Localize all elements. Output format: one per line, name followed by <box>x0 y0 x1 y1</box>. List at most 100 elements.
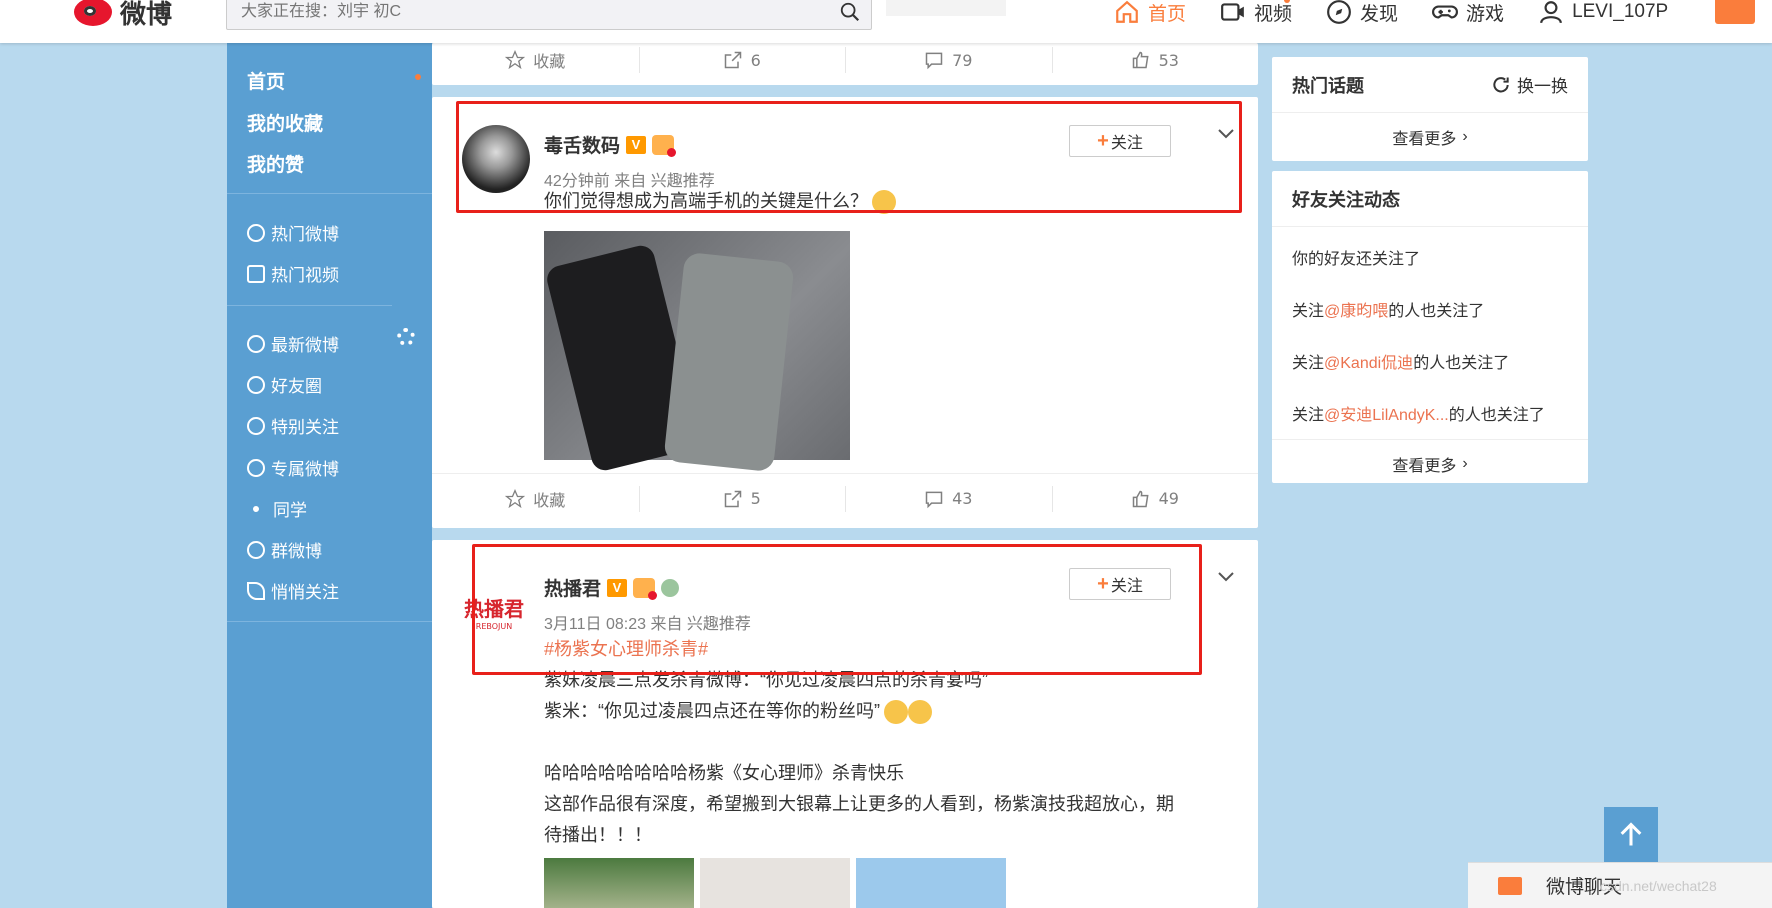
arrow-up-icon <box>1620 822 1642 846</box>
share-icon <box>724 51 741 69</box>
favorite-button[interactable]: 收藏 <box>432 474 639 523</box>
gamepad-icon <box>1432 5 1458 19</box>
user-link[interactable]: @安迪LilAndyK... <box>1324 401 1449 425</box>
friend-activity-intro: 你的好友还关注了 <box>1292 251 1421 268</box>
bullet-icon <box>253 505 259 512</box>
post-line: 这部作品很有深度，希望搬到大银幕上让更多的人看到，杨紫演技我超放心，期 <box>544 794 1174 814</box>
sidebar-item-label: 群微博 <box>271 542 322 561</box>
highlight-box <box>456 101 1242 213</box>
activity-suffix: 的人也关注了 <box>1388 303 1485 320</box>
search-input[interactable] <box>227 0 807 29</box>
nav-games-label: 游戏 <box>1466 3 1505 25</box>
back-to-top-button[interactable] <box>1604 807 1658 863</box>
sidebar-item-group-weibo[interactable]: 群微博 <box>247 537 322 562</box>
post-image[interactable] <box>544 231 850 474</box>
friend-activity-card: 好友关注动态 你的好友还关注了 关注 @康昀喂 的人也关注了 关注 @Kandi侃迪的… <box>1272 171 1588 483</box>
sidebar-item-hot-video[interactable]: 热门视频 <box>247 261 339 286</box>
see-more-label: 查看更多 <box>1392 131 1457 148</box>
repost-count: 6 <box>750 50 761 70</box>
see-more-link[interactable]: 查看更多 › <box>1272 439 1588 487</box>
comment-button[interactable]: 43 <box>845 474 1052 523</box>
comment-icon <box>925 491 943 508</box>
post-line <box>544 727 1174 758</box>
comment-icon <box>925 52 943 70</box>
like-count: 53 <box>1158 50 1179 70</box>
nav-games[interactable]: 游戏 <box>1432 0 1504 26</box>
sidebar-item-label: 热门微博 <box>271 225 339 244</box>
nav-home-label: 首页 <box>1148 3 1187 25</box>
hot-topics-title: 热门话题 <box>1292 75 1364 96</box>
refresh-label: 换一换 <box>1517 77 1568 96</box>
gear-icon[interactable] <box>397 328 415 346</box>
sidebar-item-friends-circle[interactable]: 好友圈 <box>247 372 322 397</box>
sidebar-item-favorites[interactable]: 我的收藏 <box>247 109 323 136</box>
user-link[interactable]: @康昀喂 <box>1324 297 1388 321</box>
doge-emoji-icon <box>884 700 908 725</box>
nav-discover-label: 发现 <box>1360 3 1399 25</box>
sidebar-item-label: 好友圈 <box>271 377 322 396</box>
top-bar: 微博 首页 视频 发现 游戏 LEVI_107P <box>0 0 1772 43</box>
flame-icon <box>247 223 265 242</box>
chevron-down-icon[interactable] <box>1216 566 1236 586</box>
refresh-button[interactable]: 换一换 <box>1491 72 1568 97</box>
activity-prefix: 关注 <box>1292 303 1325 320</box>
nav-video[interactable]: 视频 <box>1220 0 1292 26</box>
post-text: 紫妹凌晨三点发杀青微博：“你见过凌晨四点的杀青宴吗” 紫米：“你见过凌晨四点还在… <box>544 665 1174 851</box>
see-more-link[interactable]: 查看更多 › <box>1272 113 1588 161</box>
search-box[interactable] <box>226 0 872 30</box>
search-icon[interactable] <box>839 1 861 23</box>
doge-emoji-icon <box>908 700 932 725</box>
nav-discover[interactable]: 发现 <box>1326 0 1398 26</box>
weibo-logo[interactable]: 微博 <box>74 0 172 30</box>
hot-topics-card: 热门话题 换一换 查看更多 › <box>1272 57 1588 161</box>
sidebar-item-home[interactable]: 首页 <box>247 67 285 94</box>
post-line: 待播出！！！ <box>544 825 652 845</box>
sidebar-item-label: 最新微博 <box>271 336 339 355</box>
badge-icon <box>247 458 265 477</box>
sidebar-item-label: 悄悄关注 <box>271 583 339 602</box>
post-image-thumb[interactable] <box>856 858 1006 908</box>
sidebar-item-special-follow[interactable]: 特别关注 <box>247 413 339 438</box>
nav-home[interactable]: 首页 <box>1114 0 1186 26</box>
sidebar-item-classmates[interactable]: 同学 <box>247 496 307 521</box>
sidebar-item-latest[interactable]: 最新微博 <box>247 331 339 356</box>
activity-suffix: 的人也关注了 <box>1413 355 1510 372</box>
nav-profile-label: LEVI_107P <box>1572 1 1669 22</box>
post-image-thumb[interactable] <box>700 858 850 908</box>
group-icon <box>247 540 265 559</box>
friend-activity-item: 关注 @Kandi侃迪 的人也关注了 <box>1272 335 1588 387</box>
like-button[interactable]: 49 <box>1051 474 1259 523</box>
star-icon <box>505 488 526 508</box>
star-icon <box>505 50 526 70</box>
nav-profile[interactable]: LEVI_107P <box>1538 0 1668 25</box>
sidebar-divider <box>227 193 432 194</box>
friend-activity-header: 好友关注动态 <box>1272 171 1588 227</box>
sidebar-divider <box>227 621 432 622</box>
sidebar-item-exclusive[interactable]: 专属微博 <box>247 455 339 480</box>
activity-prefix: 关注 <box>1292 355 1325 372</box>
post-image-thumb[interactable] <box>544 858 694 908</box>
top-banner <box>886 0 1006 16</box>
like-count: 49 <box>1158 489 1179 508</box>
home-icon <box>1116 0 1138 23</box>
repost-button[interactable]: 5 <box>638 474 846 523</box>
friend-activity-item: 关注 @康昀喂 的人也关注了 <box>1272 283 1588 335</box>
video-icon <box>247 264 265 283</box>
user-icon <box>1540 1 1562 24</box>
refresh-icon <box>1493 76 1509 92</box>
repost-count: 5 <box>750 489 761 508</box>
video-icon <box>1221 3 1244 21</box>
user-link[interactable]: @Kandi侃迪 <box>1324 349 1413 373</box>
compose-button[interactable] <box>1715 0 1755 24</box>
friend-activity-item: 关注 @安迪LilAndyK... 的人也关注了 <box>1272 387 1588 439</box>
post-line: 哈哈哈哈哈哈哈哈杨紫《女心理师》杀青快乐 <box>544 763 904 783</box>
sidebar-item-secret-follow[interactable]: 悄悄关注 <box>247 578 339 603</box>
share-icon <box>724 490 741 507</box>
sidebar-item-hot-weibo[interactable]: 热门微博 <box>247 220 339 245</box>
post-action-bar: 收藏 5 43 49 <box>432 473 1258 523</box>
post-line-text: 紫米：“你见过凌晨四点还在等你的粉丝吗” <box>544 701 880 721</box>
nav-video-label: 视频 <box>1254 3 1293 25</box>
sidebar-item-likes[interactable]: 我的赞 <box>247 150 304 177</box>
sidebar-item-label: 热门视频 <box>271 266 339 285</box>
activity-prefix: 关注 <box>1292 407 1325 424</box>
